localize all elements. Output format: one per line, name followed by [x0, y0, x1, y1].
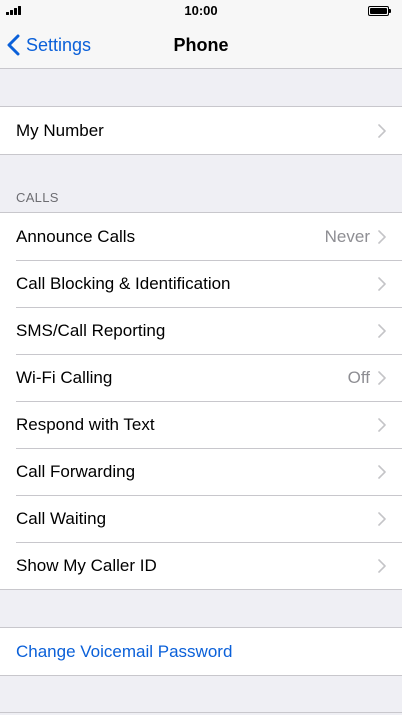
row-value: Off: [347, 367, 370, 387]
row-label: Change Voicemail Password: [16, 641, 233, 661]
chevron-right-icon: [378, 276, 386, 291]
call-forwarding-row[interactable]: Call Forwarding: [0, 448, 402, 495]
chevron-right-icon: [378, 323, 386, 338]
row-label: Call Blocking & Identification: [16, 273, 231, 293]
row-label: Call Waiting: [16, 508, 107, 528]
call-blocking-row[interactable]: Call Blocking & Identification: [0, 260, 402, 307]
chevron-right-icon: [378, 123, 386, 138]
row-label: Call Forwarding: [16, 461, 136, 481]
section-header-calls: CALLS: [16, 190, 59, 205]
divider: [0, 712, 402, 713]
show-caller-id-row[interactable]: Show My Caller ID: [0, 542, 402, 589]
chevron-right-icon: [378, 229, 386, 244]
status-bar: 10:00: [0, 0, 402, 22]
wifi-calling-row[interactable]: Wi-Fi Calling Off: [0, 354, 402, 401]
settings-group-top: My Number: [0, 106, 402, 155]
call-waiting-row[interactable]: Call Waiting: [0, 495, 402, 542]
row-label: SMS/Call Reporting: [16, 320, 166, 340]
sms-call-reporting-row[interactable]: SMS/Call Reporting: [0, 307, 402, 354]
page-title: Phone: [173, 35, 229, 55]
row-label: Wi-Fi Calling: [16, 367, 113, 387]
settings-group-voicemail: Change Voicemail Password: [0, 627, 402, 676]
change-voicemail-password-button[interactable]: Change Voicemail Password: [0, 628, 402, 675]
my-number-row[interactable]: My Number: [0, 107, 402, 154]
row-label: Announce Calls: [16, 226, 136, 246]
chevron-right-icon: [378, 558, 386, 573]
row-label: My Number: [16, 120, 104, 140]
navigation-bar: Settings Phone: [0, 22, 402, 69]
status-time: 10:00: [184, 3, 218, 18]
row-label: Show My Caller ID: [16, 555, 157, 575]
chevron-right-icon: [378, 464, 386, 479]
respond-with-text-row[interactable]: Respond with Text: [0, 401, 402, 448]
chevron-right-icon: [378, 417, 386, 432]
chevron-right-icon: [378, 511, 386, 526]
announce-calls-row[interactable]: Announce Calls Never: [0, 213, 402, 260]
row-label: Respond with Text: [16, 414, 155, 434]
battery-icon: [368, 6, 392, 16]
chevron-right-icon: [378, 370, 386, 385]
settings-group-calls: Announce Calls Never Call Blocking & Ide…: [0, 212, 402, 590]
row-value: Never: [324, 226, 370, 246]
